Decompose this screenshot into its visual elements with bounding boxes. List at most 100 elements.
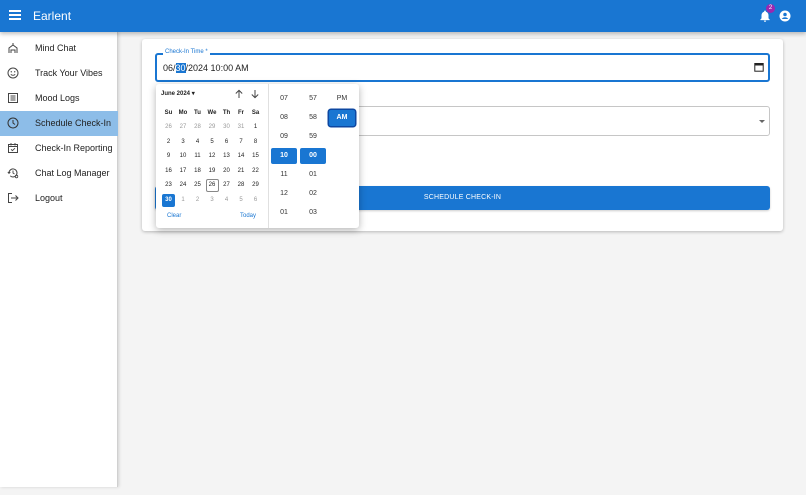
calendar-day[interactable]: 3 [206, 194, 219, 207]
checkin-time-value[interactable]: 06/30/2024 10:00 AM [163, 63, 249, 73]
calendar-day[interactable]: 27 [177, 121, 190, 134]
meridiem-option[interactable]: AM [329, 110, 355, 126]
clear-button[interactable]: Clear [167, 213, 181, 219]
arrow-down-icon[interactable] [250, 89, 260, 99]
minute-option[interactable]: 02 [300, 186, 326, 202]
sidebar-item-label: Logout [35, 193, 63, 203]
calendar-day[interactable]: 10 [177, 150, 190, 163]
calendar-day[interactable]: 1 [249, 121, 262, 134]
calendar-day[interactable]: 25 [191, 179, 204, 192]
calendar-day[interactable]: 13 [220, 150, 233, 163]
calendar-day[interactable]: 6 [220, 136, 233, 149]
smiley-icon [7, 67, 19, 79]
sidebar-item-logout[interactable]: Logout [0, 186, 118, 211]
calendar-day[interactable]: 2 [191, 194, 204, 207]
hour-option[interactable]: 09 [271, 129, 297, 145]
hour-option[interactable]: 01 [271, 205, 297, 221]
calendar-day[interactable]: 30 [220, 121, 233, 134]
calendar-day[interactable]: 29 [206, 121, 219, 134]
minute-option[interactable]: 59 [300, 129, 326, 145]
calendar-day[interactable]: 12 [206, 150, 219, 163]
weekday-header: We [207, 110, 217, 116]
sidebar-item-mood-logs[interactable]: Mood Logs [0, 86, 118, 111]
calendar-day[interactable]: 11 [191, 150, 204, 163]
manage-history-icon [7, 168, 19, 179]
calendar-day[interactable]: 14 [235, 150, 248, 163]
arrow-up-icon[interactable] [234, 89, 244, 99]
minute-option[interactable]: 00 [300, 148, 326, 164]
checkin-day-segment[interactable]: 30 [175, 63, 186, 73]
sidebar-item-check-in-reporting[interactable]: Check-In Reporting [0, 136, 118, 161]
calendar-day[interactable]: 1 [177, 194, 190, 207]
sidebar-item-track-your-vibes[interactable]: Track Your Vibes [0, 61, 118, 86]
hour-option[interactable]: 07 [271, 91, 297, 107]
hour-option[interactable]: 12 [271, 186, 297, 202]
list-icon [8, 93, 18, 103]
calendar-day[interactable]: 15 [249, 150, 262, 163]
month-year-selector[interactable]: June 2024 ▾ [161, 90, 195, 97]
calendar-day[interactable]: 23 [162, 179, 175, 192]
menu-icon[interactable] [8, 8, 22, 24]
sidebar-item-label: Track Your Vibes [35, 68, 103, 78]
checkin-year-time-segment[interactable]: /2024 10:00 AM [186, 63, 249, 73]
calendar-day[interactable]: 4 [191, 136, 204, 149]
calendar-day[interactable]: 8 [249, 136, 262, 149]
calendar-day[interactable]: 22 [249, 165, 262, 178]
hour-option[interactable]: 11 [271, 167, 297, 183]
calendar-day[interactable]: 5 [235, 194, 248, 207]
calendar-check-icon [8, 143, 18, 153]
notification-count-badge: 2 [766, 4, 775, 13]
month-label: June 2024 [161, 91, 191, 97]
calendar-icon[interactable] [754, 62, 764, 72]
checkin-month-segment[interactable]: 06/ [163, 63, 176, 73]
calendar-day[interactable]: 2 [162, 136, 175, 149]
calendar-day[interactable]: 31 [235, 121, 248, 134]
calendar-day[interactable]: 17 [177, 165, 190, 178]
account-icon[interactable] [779, 10, 791, 22]
calendar-day[interactable]: 18 [191, 165, 204, 178]
weekday-header: Mo [178, 110, 188, 116]
calendar-day[interactable]: 16 [162, 165, 175, 178]
calendar-day[interactable]: 21 [235, 165, 248, 178]
calendar-day[interactable]: 9 [162, 150, 175, 163]
calendar-day[interactable]: 24 [177, 179, 190, 192]
calendar-day[interactable]: 27 [220, 179, 233, 192]
calendar-day[interactable]: 28 [235, 179, 248, 192]
calendar-day[interactable]: 28 [191, 121, 204, 134]
meridiem-option[interactable]: PM [329, 91, 355, 107]
today-button[interactable]: Today [240, 213, 256, 219]
calendar-day[interactable]: 20 [220, 165, 233, 178]
calendar-day[interactable]: 19 [206, 165, 219, 178]
calendar-day[interactable]: 4 [220, 194, 233, 207]
calendar-day[interactable]: 3 [177, 136, 190, 149]
sidebar-item-schedule-check-in[interactable]: Schedule Check-In [0, 111, 118, 136]
logout-icon [8, 193, 19, 203]
picker-divider [268, 84, 269, 228]
app-title: Earlent [33, 9, 72, 23]
minute-option[interactable]: 03 [300, 205, 326, 221]
mind-chat-icon [8, 43, 18, 53]
calendar-day[interactable]: 6 [249, 194, 262, 207]
checkin-time-label: Check-In Time * [163, 49, 210, 55]
minute-option[interactable]: 57 [300, 91, 326, 107]
sidebar-item-mind-chat[interactable]: Mind Chat [0, 36, 118, 61]
weekday-header: Fr [238, 110, 244, 116]
weekday-header: Th [222, 110, 231, 116]
minute-option[interactable]: 58 [300, 110, 326, 126]
sidebar-item-label: Mind Chat [35, 43, 77, 53]
calendar-day[interactable]: 7 [235, 136, 248, 149]
sidebar-item-chat-log-manager[interactable]: Chat Log Manager [0, 161, 118, 186]
sidebar-item-label: Chat Log Manager [35, 168, 110, 178]
calendar-day[interactable]: 29 [249, 179, 262, 192]
calendar-day[interactable]: 26 [205, 179, 219, 192]
calendar-day[interactable]: 26 [162, 121, 175, 134]
calendar-day[interactable]: 30 [162, 193, 175, 207]
sidebar-item-label: Check-In Reporting [35, 143, 113, 153]
sidebar-item-label: Mood Logs [35, 93, 80, 103]
checkin-time-field[interactable]: Check-In Time * 06/30/2024 10:00 AM [155, 49, 770, 82]
hour-option[interactable]: 08 [271, 110, 297, 126]
app-bar: Earlent 2 [0, 0, 806, 32]
minute-option[interactable]: 01 [300, 167, 326, 183]
hour-option[interactable]: 10 [271, 148, 297, 164]
calendar-day[interactable]: 5 [206, 136, 219, 149]
